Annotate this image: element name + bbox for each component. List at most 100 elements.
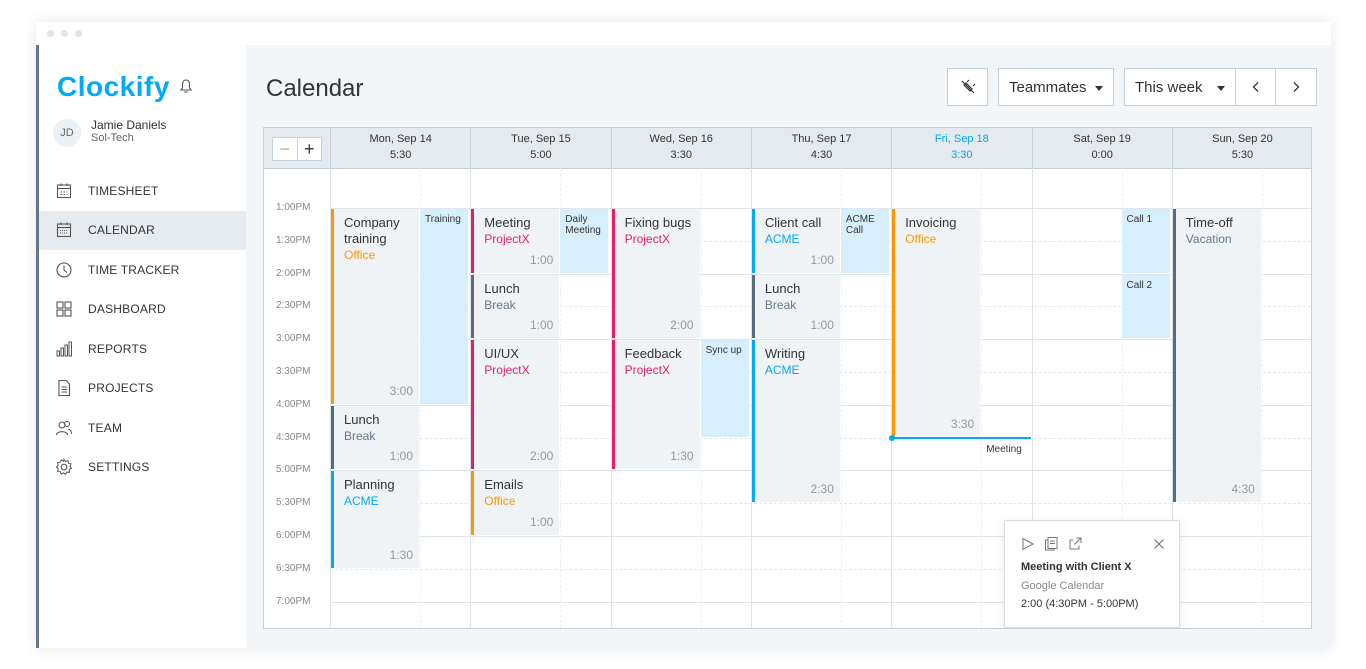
time-entry[interactable]: Company training Office 3:00: [331, 209, 419, 404]
time-entry[interactable]: Client call ACME 1:00: [751, 209, 840, 273]
time-label: 4:00PM: [276, 398, 311, 410]
time-entry-project: ProjectX: [484, 232, 530, 246]
app-logo[interactable]: Clockify: [57, 71, 170, 103]
time-entry-project: Office: [344, 248, 376, 262]
sidebar-item-projects[interactable]: PROJECTS: [39, 369, 246, 409]
sidebar-item-settings[interactable]: SETTINGS: [39, 448, 246, 488]
day-header-wed: Wed, Sep 16 3:30: [610, 128, 751, 168]
chevron-left-icon: [1252, 82, 1258, 92]
time-entry[interactable]: Emails Office 1:00: [471, 471, 560, 535]
time-entry-project: Break: [764, 297, 797, 312]
teammates-label: Teammates: [1009, 78, 1087, 96]
time-entry-title: Client call: [764, 215, 822, 230]
team-icon: [55, 420, 72, 435]
zoom-in-button[interactable]: +: [298, 138, 322, 160]
time-entry[interactable]: UI/UX ProjectX 2:00: [471, 340, 560, 470]
window-dot: [61, 30, 68, 37]
time-entry-duration: 1:30: [389, 547, 413, 562]
sidebar-item-reports[interactable]: REPORTS: [39, 329, 246, 369]
close-icon[interactable]: [1153, 538, 1165, 550]
calendar-week-view: − + Mon, Sep 14 5:30 Tue, Sep 15 5:00 Wed, S…: [263, 127, 1312, 629]
calendar-event[interactable]: ACME Call: [840, 209, 889, 273]
copy-icon[interactable]: [1044, 536, 1059, 551]
sidebar-item-team[interactable]: TEAM: [39, 408, 246, 448]
day-name: Sun, Sep 20: [1212, 133, 1273, 145]
sidebar-nav: TIMESHEET CALENDAR TIME TRACKER DASHBOAR…: [39, 171, 246, 487]
time-entry[interactable]: Invoicing Office 3:30: [892, 209, 981, 437]
calendar-event[interactable]: Meeting: [981, 439, 1029, 470]
time-entry-title: Lunch: [484, 280, 520, 296]
time-label: 6:00PM: [276, 530, 311, 541]
day-name: Mon, Sep 14: [369, 133, 432, 145]
time-entry[interactable]: Lunch Break 1:00: [471, 274, 560, 339]
calendar-event[interactable]: Call 1: [1121, 209, 1170, 273]
time-entry-title: Invoicing: [905, 215, 957, 230]
play-icon[interactable]: [1021, 537, 1035, 551]
calendar-event-title: Call 1: [1126, 214, 1153, 225]
calendar-event-title: Call 2: [1126, 279, 1153, 291]
time-entry[interactable]: Fixing bugs ProjectX 2:00: [611, 209, 700, 339]
time-entry[interactable]: Lunch Break 1:00: [751, 274, 840, 339]
popup-source: Google Calendar: [1021, 580, 1105, 592]
user-org: Sol-Tech: [91, 132, 134, 144]
time-entry-project: Break: [344, 428, 376, 443]
sidebar-item-dashboard[interactable]: DASHBOARD: [39, 290, 246, 330]
calendar-event[interactable]: Sync up: [700, 340, 749, 437]
sidebar-item-time-tracker[interactable]: TIME TRACKER: [39, 250, 246, 290]
time-entry-project: ProjectX: [484, 363, 530, 378]
zoom-out-button[interactable]: −: [273, 138, 298, 160]
document-icon: [58, 380, 71, 397]
dashboard-icon: [56, 301, 72, 317]
bell-icon[interactable]: [178, 78, 194, 94]
app-window: Clockify JD Jamie Daniels Sol-Tech TIMES…: [36, 22, 1331, 648]
bar-chart-icon: [56, 341, 72, 357]
current-time-dot: [889, 434, 896, 441]
popup-title: Meeting with Client X: [1021, 561, 1132, 573]
teammates-dropdown[interactable]: Teammates: [998, 68, 1114, 106]
sidebar-item-label: CALENDAR: [88, 223, 155, 238]
time-entry[interactable]: Lunch Break 1:00: [331, 405, 419, 470]
time-entry[interactable]: Time-off Vacation 4:30: [1172, 209, 1261, 503]
day-total: 0:00: [1091, 149, 1113, 161]
time-label: 1:30PM: [276, 234, 311, 246]
time-label: 6:30PM: [276, 562, 311, 574]
calendar-event[interactable]: Daily Meeting: [560, 209, 609, 273]
time-entry[interactable]: Planning ACME 1:30: [331, 471, 419, 568]
time-entry-duration: 1:00: [389, 449, 413, 464]
day-subdivider: [981, 168, 983, 628]
day-total: 3:30: [670, 149, 692, 161]
time-label: 2:00PM: [276, 267, 311, 279]
time-entry-project: ACME: [344, 494, 379, 509]
day-header-sat: Sat, Sep 19 0:00: [1031, 128, 1172, 168]
time-entry-duration: 1:00: [529, 514, 554, 529]
day-total: 5:00: [530, 149, 552, 161]
time-entry-duration: 1:00: [810, 252, 834, 267]
time-entry-title: Fixing bugs: [624, 215, 692, 230]
time-label: 1:00PM: [276, 202, 311, 213]
time-entry-project: Break: [484, 297, 516, 312]
integrations-button[interactable]: [947, 68, 988, 106]
open-external-icon[interactable]: [1068, 536, 1083, 551]
time-entry[interactable]: Meeting ProjectX 1:00: [471, 209, 560, 273]
calendar-event[interactable]: Training: [420, 209, 468, 404]
time-entry[interactable]: Writing ACME 2:30: [751, 340, 840, 503]
time-entry-project: ProjectX: [624, 363, 670, 378]
time-entry[interactable]: Feedback ProjectX 1:30: [611, 340, 700, 470]
next-week-button[interactable]: [1275, 68, 1317, 106]
window-dot: [75, 30, 82, 37]
sidebar-item-label: SETTINGS: [88, 460, 150, 475]
time-label: 3:30PM: [276, 366, 311, 377]
previous-week-button[interactable]: [1235, 68, 1276, 106]
date-range-dropdown[interactable]: This week: [1124, 68, 1236, 106]
sidebar-item-label: TIME TRACKER: [88, 262, 180, 277]
time-entry-duration: 3:00: [389, 383, 413, 398]
day-name: Sat, Sep 19: [1073, 133, 1131, 145]
time-entry-title: Planning: [344, 477, 395, 493]
day-total: 4:30: [810, 149, 833, 161]
day-header-tue: Tue, Sep 15 5:00: [470, 128, 610, 168]
time-entry-title: Lunch: [344, 411, 380, 427]
calendar-event[interactable]: Call 2: [1121, 274, 1170, 339]
sidebar-item-timesheet[interactable]: TIMESHEET: [39, 171, 246, 211]
sidebar-item-calendar[interactable]: CALENDAR: [39, 210, 246, 250]
time-entry-title: Writing: [764, 346, 806, 362]
